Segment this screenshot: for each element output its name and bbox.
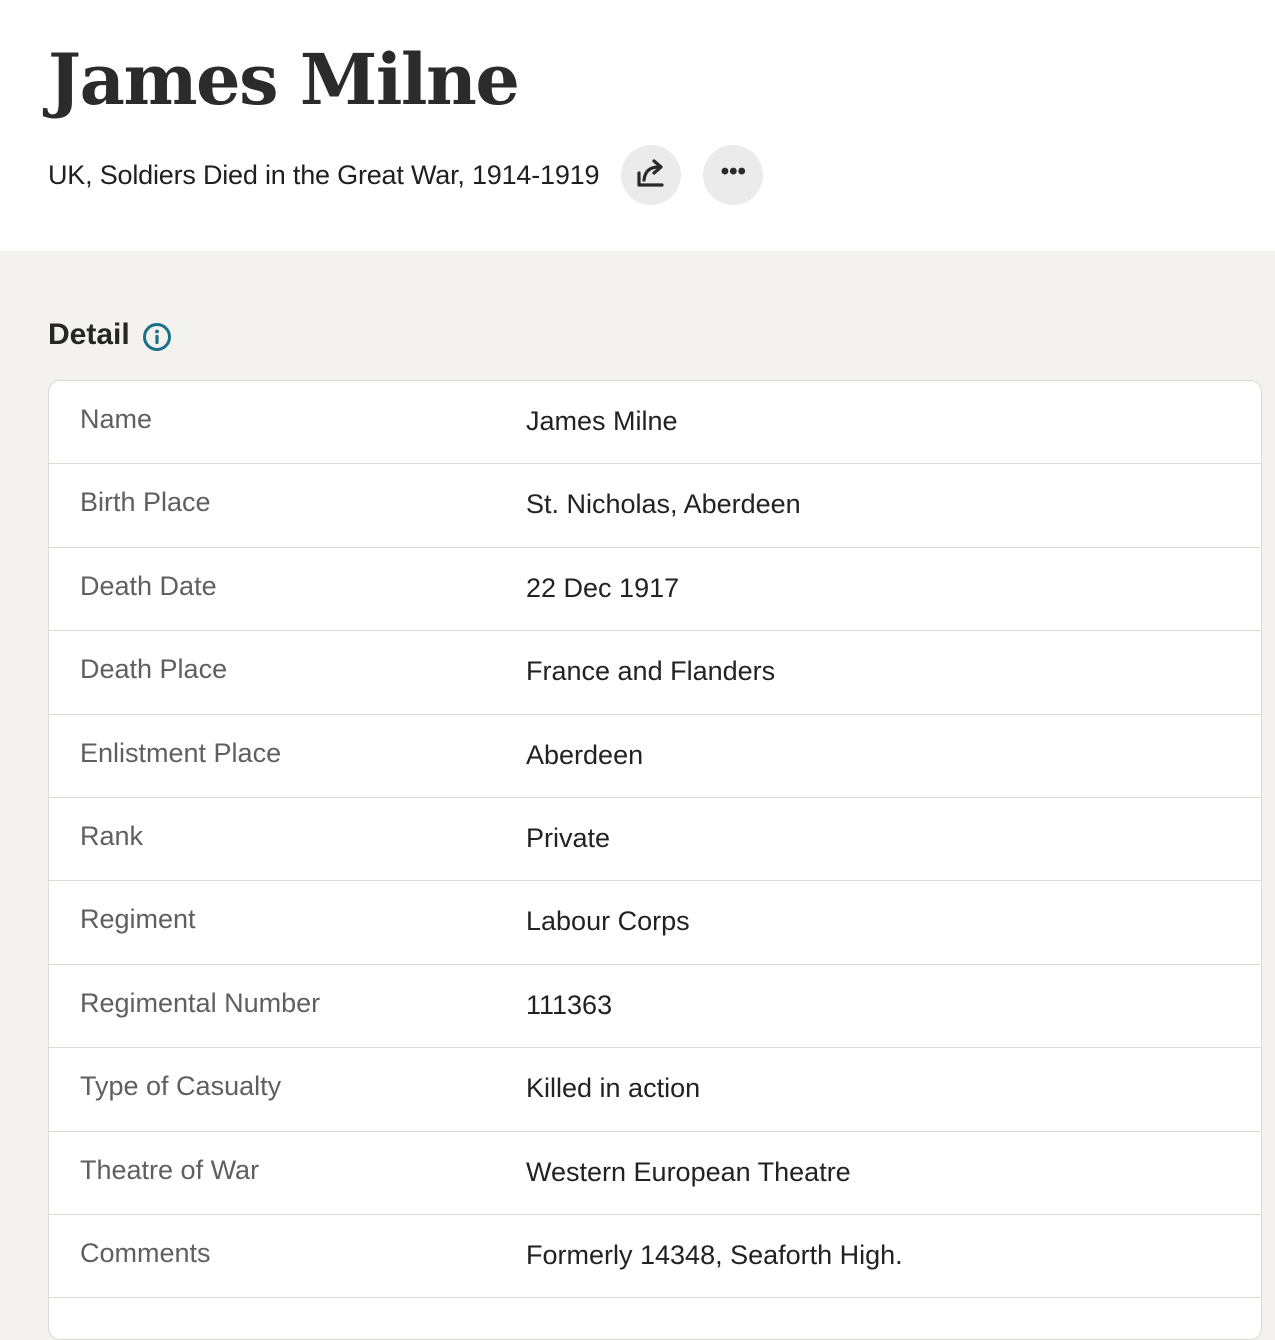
row-label: Death Place <box>80 654 228 685</box>
row-label: Theatre of War <box>80 1154 260 1185</box>
row-label: Birth Place <box>80 487 211 518</box>
detail-row-type-of-casualty: Type of Casualty Killed in action <box>49 1048 1261 1132</box>
collection-row: UK, Soldiers Died in the Great War, 1914… <box>48 144 764 206</box>
detail-row-name: Name James Milne <box>49 381 1261 465</box>
row-value: Aberdeen <box>526 739 644 770</box>
row-label: Type of Casualty <box>80 1071 282 1102</box>
detail-row-rank: Rank Private <box>49 798 1261 882</box>
row-label: Comments <box>80 1237 211 1268</box>
more-options-button[interactable]: ••• <box>703 145 764 205</box>
row-value: James Milne <box>526 406 678 436</box>
record-header: James Milne UK, Soldiers Died in the Gre… <box>0 0 1275 251</box>
row-value: Formerly 14348, Seaforth High. <box>526 1239 903 1270</box>
row-value: 22 Dec 1917 <box>526 572 680 603</box>
detail-row-death-place: Death Place France and Flanders <box>49 631 1261 715</box>
row-value: Western European Theatre <box>526 1156 851 1187</box>
record-title: James Milne <box>48 38 520 121</box>
collection-name: UK, Soldiers Died in the Great War, 1914… <box>48 159 600 190</box>
share-button[interactable] <box>621 145 682 205</box>
info-icon[interactable] <box>142 322 172 352</box>
row-value: Killed in action <box>526 1073 701 1104</box>
detail-row-death-date: Death Date 22 Dec 1917 <box>49 548 1261 632</box>
row-label: Death Date <box>80 570 217 601</box>
detail-row-birth-place: Birth Place St. Nicholas, Aberdeen <box>49 464 1261 548</box>
detail-row-enlistment-place: Enlistment Place Aberdeen <box>49 715 1261 798</box>
detail-table: Name James Milne Birth Place St. Nichola… <box>48 380 1262 1340</box>
row-label: Name <box>80 404 153 434</box>
row-label: Regiment <box>80 904 196 935</box>
more-options-icon: ••• <box>720 158 746 185</box>
row-value: Labour Corps <box>526 906 690 937</box>
detail-row-regiment: Regiment Labour Corps <box>49 881 1261 965</box>
share-arrow-icon <box>634 156 668 195</box>
detail-row-comments: Comments Formerly 14348, Seaforth High. <box>49 1215 1261 1299</box>
row-label: Regimental Number <box>80 987 321 1018</box>
section-title: Detail <box>48 318 130 351</box>
row-value: 111363 <box>526 989 613 1020</box>
row-label: Rank <box>80 820 144 851</box>
detail-heading: Detail <box>48 312 172 358</box>
detail-row-regimental-number: Regimental Number 111363 <box>49 965 1261 1049</box>
row-value: Private <box>526 822 611 853</box>
detail-row-theatre-of-war: Theatre of War Western European Theatre <box>49 1132 1261 1215</box>
row-label: Enlistment Place <box>80 737 282 768</box>
row-value: St. Nicholas, Aberdeen <box>526 489 801 520</box>
row-value: France and Flanders <box>526 656 776 687</box>
